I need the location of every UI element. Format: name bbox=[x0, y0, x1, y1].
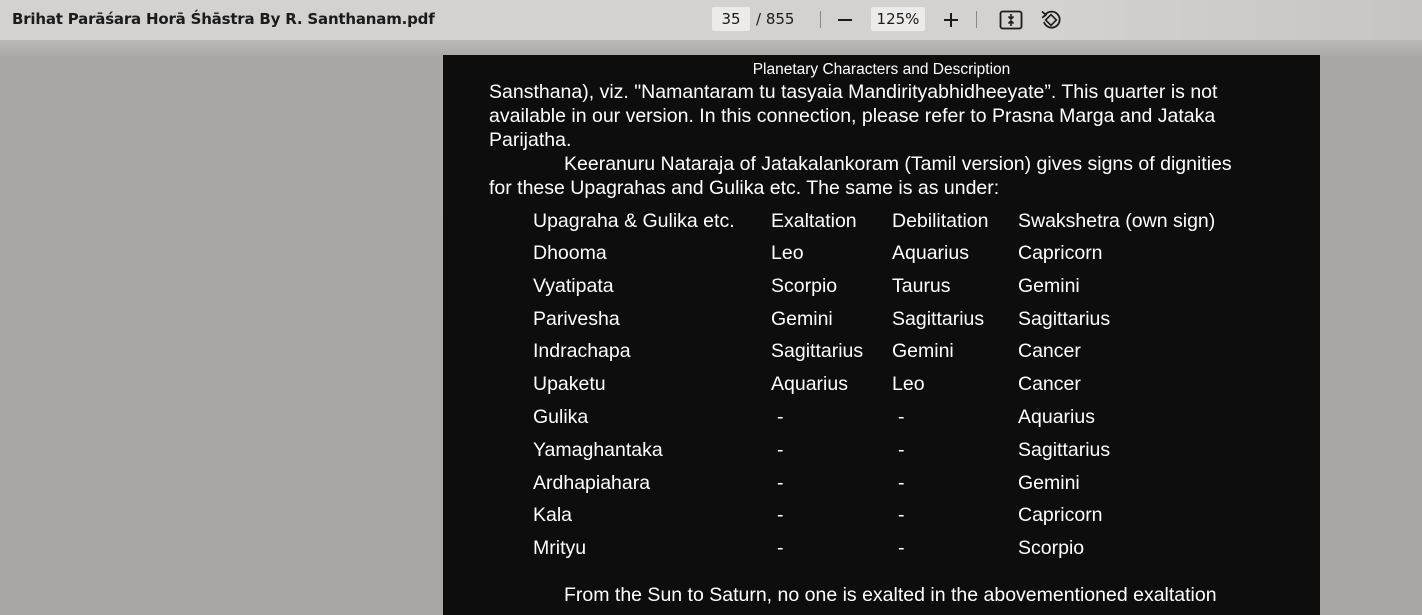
rotate-button[interactable] bbox=[1037, 6, 1065, 34]
table-header: Upagraha & Gulika etc. bbox=[533, 210, 735, 232]
zoom-out-button[interactable] bbox=[831, 6, 859, 34]
rotate-icon bbox=[1041, 10, 1061, 29]
fit-to-page-icon bbox=[999, 10, 1023, 30]
table-cell: - bbox=[777, 439, 784, 461]
running-head: Planetary Characters and Description bbox=[752, 61, 1011, 78]
table-cell: Gemini bbox=[892, 340, 954, 362]
table-cell: Scorpio bbox=[771, 275, 838, 297]
table-cell: Cancer bbox=[1018, 340, 1081, 362]
table-cell: Parivesha bbox=[533, 308, 620, 330]
document-title: Brihat Parāśara Horā Śhāstra By R. Santh… bbox=[12, 10, 435, 28]
table-cell: Indrachapa bbox=[533, 340, 631, 362]
table-cell: Gemini bbox=[1018, 275, 1080, 297]
table-cell: - bbox=[777, 537, 784, 559]
paragraph-line: Keeranuru Nataraja of Jatakalankoram (Ta… bbox=[564, 153, 1232, 175]
table-header: Debilitation bbox=[892, 210, 989, 232]
table-cell: Mrityu bbox=[533, 537, 587, 559]
toolbar-divider bbox=[976, 11, 977, 28]
table-cell: - bbox=[898, 406, 905, 428]
toolbar-shadow bbox=[1060, 0, 1422, 40]
table-cell: - bbox=[777, 504, 784, 526]
pdf-toolbar: Brihat Parāśara Horā Śhāstra By R. Santh… bbox=[0, 0, 1422, 40]
paragraph-line: Sansthana), viz. "Namantaram tu tasyaia … bbox=[489, 81, 1218, 103]
page-number-input[interactable] bbox=[712, 7, 750, 31]
table-cell: - bbox=[898, 439, 905, 461]
zoom-level[interactable]: 125% bbox=[871, 7, 925, 31]
table-cell: Scorpio bbox=[1018, 537, 1085, 559]
paragraph-line: Parijatha. bbox=[489, 129, 572, 151]
pdf-page: Planetary Characters and Description San… bbox=[443, 55, 1320, 615]
table-cell: Capricorn bbox=[1018, 504, 1103, 526]
table-cell: - bbox=[777, 472, 784, 494]
paragraph-line: for these Upagrahas and Gulika etc. The … bbox=[489, 177, 1000, 199]
table-cell: Ardhapiahara bbox=[533, 472, 651, 494]
table-cell: Yamaghantaka bbox=[533, 439, 663, 461]
table-cell: - bbox=[898, 472, 905, 494]
document-viewer[interactable]: Planetary Characters and Description San… bbox=[0, 40, 1422, 615]
toolbar-divider bbox=[820, 11, 821, 28]
table-cell: Taurus bbox=[892, 275, 951, 297]
paragraph-line: available in our version. In this connec… bbox=[489, 105, 1216, 127]
table-header: Swakshetra (own sign) bbox=[1018, 210, 1216, 232]
table-header: Exaltation bbox=[771, 210, 857, 232]
table-cell: Aquarius bbox=[892, 242, 969, 264]
table-cell: Cancer bbox=[1018, 373, 1081, 395]
table-cell: - bbox=[777, 406, 784, 428]
table-cell: Aquarius bbox=[771, 373, 848, 395]
table-cell: Upaketu bbox=[533, 373, 606, 395]
table-cell: Leo bbox=[771, 242, 804, 264]
minus-icon bbox=[838, 19, 852, 21]
table-cell: - bbox=[898, 537, 905, 559]
table-cell: Sagittarius bbox=[771, 340, 864, 362]
table-cell: Vyatipata bbox=[533, 275, 614, 297]
zoom-in-button[interactable] bbox=[937, 6, 965, 34]
table-cell: Gemini bbox=[771, 308, 833, 330]
page-total: / 855 bbox=[756, 10, 795, 28]
table-cell: Sagittarius bbox=[1018, 308, 1111, 330]
table-cell: Leo bbox=[892, 373, 925, 395]
plus-icon bbox=[944, 13, 958, 27]
fit-to-page-button[interactable] bbox=[997, 6, 1025, 34]
table-cell: - bbox=[898, 504, 905, 526]
table-cell: Dhooma bbox=[533, 242, 607, 264]
table-cell: Gulika bbox=[533, 406, 589, 428]
table-cell: Gemini bbox=[1018, 472, 1080, 494]
table-cell: Sagittarius bbox=[892, 308, 985, 330]
paragraph-line: From the Sun to Saturn, no one is exalte… bbox=[564, 584, 1217, 606]
table-cell: Capricorn bbox=[1018, 242, 1103, 264]
table-cell: Sagittarius bbox=[1018, 439, 1111, 461]
table-cell: Kala bbox=[533, 504, 573, 526]
table-cell: Aquarius bbox=[1018, 406, 1095, 428]
